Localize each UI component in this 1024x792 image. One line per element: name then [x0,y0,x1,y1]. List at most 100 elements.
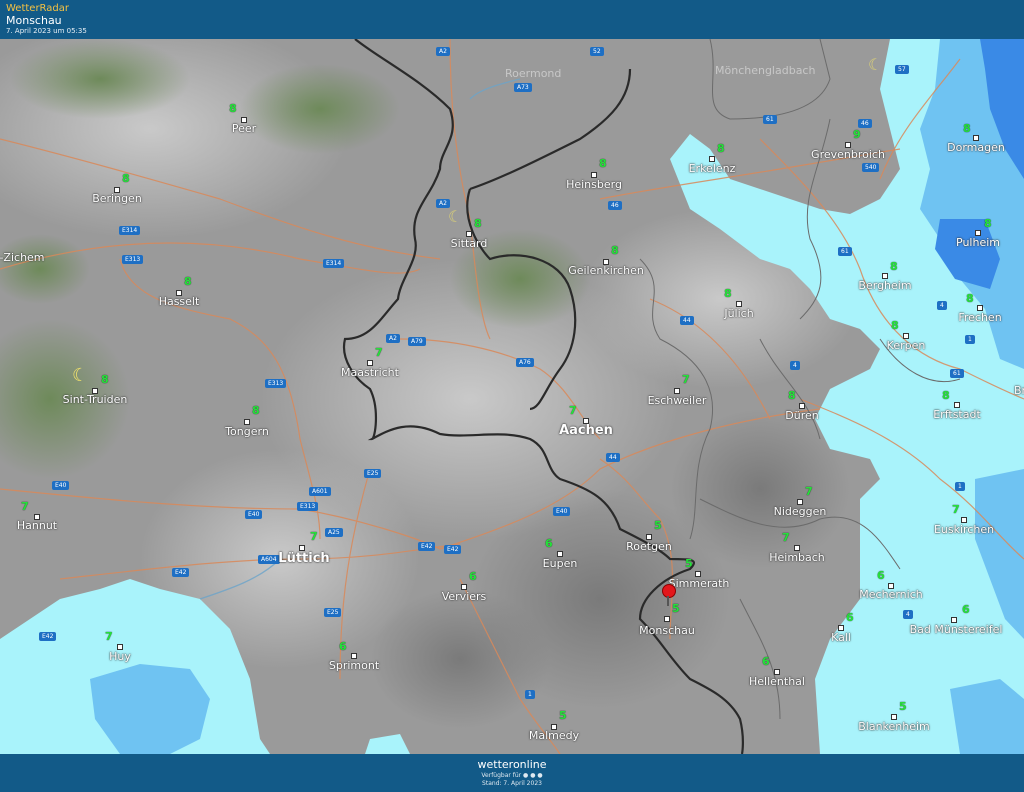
road-badge: E40 [52,481,70,490]
temp-maastricht: 7 [375,346,383,359]
road-badge: 1 [525,690,535,699]
temp-bad-muenstereifel: 6 [962,603,970,616]
city-monschau[interactable]: Monschau [639,624,695,637]
road-badge: E25 [364,469,382,478]
location-pin-icon[interactable] [662,584,676,598]
road-badge: A25 [325,528,343,537]
road-badge: 52 [590,47,604,56]
temp-sprimont: 6 [339,640,347,653]
road-badge: E42 [418,542,436,551]
temp-kall: 6 [846,611,854,624]
city-maastricht[interactable]: Maastricht [341,366,399,379]
city-aachen[interactable]: Aachen [559,423,613,438]
road-badge: 4 [903,610,913,619]
map-base-layer [0,39,1024,754]
road-badge: A76 [516,358,534,367]
city-tongern[interactable]: Tongern [225,425,269,438]
city-mechernich[interactable]: Mechernich [859,588,922,601]
road-badge: A79 [408,337,426,346]
city-sint-truiden[interactable]: Sint-Truiden [63,393,128,406]
city-huy[interactable]: Huy [109,650,131,663]
radar-map[interactable]: Roermond Mönchengladbach A2 52 A73 57 61… [0,39,1024,754]
city-grevenbroich[interactable]: Grevenbroich [811,148,885,161]
city-zichem[interactable]: -Zichem [0,251,45,264]
road-badge: 4 [937,301,947,310]
city-blankenheim[interactable]: Blankenheim [858,720,930,733]
city-eupen[interactable]: Eupen [543,557,578,570]
temp-peer: 8 [229,102,237,115]
city-bergheim[interactable]: Bergheim [858,279,911,292]
road-badge: E40 [553,507,571,516]
city-verviers[interactable]: Verviers [442,590,487,603]
city-frechen[interactable]: Frechen [958,311,1001,324]
temp-erkelenz: 8 [717,142,725,155]
city-br-partial[interactable]: Br [1014,384,1024,397]
road-badge: E25 [324,608,342,617]
city-luettich[interactable]: Lüttich [278,551,329,566]
city-heinsberg[interactable]: Heinsberg [566,178,622,191]
city-pulheim[interactable]: Pulheim [956,236,1000,249]
temp-malmedy: 5 [559,709,567,722]
temp-beringen: 8 [122,172,130,185]
temp-luettich: 7 [310,530,318,543]
temp-sint-truiden: 8 [101,373,109,386]
city-peer[interactable]: Peer [232,122,256,135]
faint-label-moenchengladbach: Mönchengladbach [715,64,816,77]
app-brand: WetterRadar [6,3,70,14]
city-sittard[interactable]: Sittard [451,237,488,250]
city-hasselt[interactable]: Hasselt [159,295,200,308]
city-erftstadt[interactable]: Erftstadt [933,408,981,421]
city-erkelenz[interactable]: Erkelenz [689,162,736,175]
moon-icon: ☾ [868,55,883,74]
road-badge: A73 [514,83,532,92]
road-badge: 46 [858,119,872,128]
city-geilenkirchen[interactable]: Geilenkirchen [568,264,644,277]
road-badge: E42 [172,568,190,577]
temp-frechen: 8 [966,292,974,305]
wetteronline-logo[interactable]: wetteronline [0,758,1024,771]
availability-text: Verfügbar für ● ● ● [481,772,543,779]
city-hellenthal[interactable]: Hellenthal [749,675,805,688]
city-malmedy[interactable]: Malmedy [529,729,579,742]
temp-juelich: 8 [724,287,732,300]
temp-aachen: 7 [569,404,577,417]
location-name: Monschau [6,14,62,27]
temp-sittard: 8 [474,217,482,230]
city-euskirchen[interactable]: Euskirchen [934,523,994,536]
city-nideggen[interactable]: Nideggen [774,505,827,518]
city-simmerath[interactable]: Simmerath [669,577,730,590]
road-badge: 46 [608,201,622,210]
temp-monschau: 5 [672,602,680,615]
city-juelich[interactable]: Jülich [724,307,753,320]
city-bad-muenstereifel[interactable]: Bad Münstereifel [910,623,1003,636]
road-badge: 4 [790,361,800,370]
road-badge: A2 [436,47,450,56]
city-dormagen[interactable]: Dormagen [947,141,1005,154]
city-beringen[interactable]: Beringen [92,192,142,205]
road-badge: E40 [245,510,263,519]
city-eschweiler[interactable]: Eschweiler [648,394,707,407]
city-heimbach[interactable]: Heimbach [769,551,825,564]
city-hannut[interactable]: Hannut [17,519,57,532]
temp-dueren: 8 [788,389,796,402]
road-badge: E313 [265,379,287,388]
road-badge: E42 [39,632,57,641]
city-kall[interactable]: Kall [831,631,851,644]
city-dueren[interactable]: Düren [785,409,818,422]
city-kerpen[interactable]: Kerpen [887,339,926,352]
city-roetgen[interactable]: Roetgen [626,540,672,553]
temp-hasselt: 8 [184,275,192,288]
temp-eschweiler: 7 [682,373,690,386]
temp-mechernich: 6 [877,569,885,582]
city-sprimont[interactable]: Sprimont [329,659,379,672]
moon-icon: ☾ [448,207,463,226]
temp-kerpen: 8 [891,319,899,332]
moon-icon: ☾ [72,365,89,386]
road-badge: E313 [122,255,144,264]
temp-eupen: 6 [545,537,553,550]
road-badge: E314 [323,259,345,268]
road-badge: 61 [763,115,777,124]
road-badge: 1 [965,335,975,344]
road-badge: E313 [297,502,319,511]
temp-grevenbroich: 9 [853,128,861,141]
